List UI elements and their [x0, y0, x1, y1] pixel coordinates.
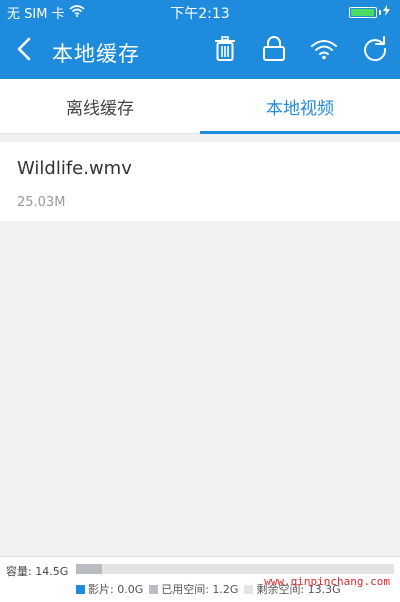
refresh-icon [362, 36, 388, 66]
list-item[interactable]: Wildlife.wmv 25.03M [0, 142, 400, 221]
legend-swatch-used [149, 584, 159, 594]
charging-bolt-icon [383, 5, 390, 20]
file-size: 25.03M [17, 195, 66, 210]
capacity-label: 容量: 14.5G [6, 565, 69, 578]
lock-icon [262, 36, 286, 66]
trash-icon [214, 36, 236, 66]
nav-bar: 本地缓存 [0, 22, 400, 79]
capacity-used-fill [76, 564, 103, 574]
wifi-transfer-button[interactable] [309, 36, 339, 66]
watermark-text: www.qinpinchang.com [264, 575, 390, 588]
back-icon [17, 37, 31, 65]
lock-button[interactable] [259, 36, 289, 66]
legend-swatch-movies [76, 584, 85, 594]
battery-icon [349, 5, 390, 20]
tab-offline-cache[interactable]: 离线缓存 [0, 79, 200, 133]
delete-button[interactable] [210, 36, 240, 66]
legend-used: 已用空间: 1.2G [149, 581, 238, 597]
header: 无 SIM 卡 下午2:13 本地缓存 [0, 0, 400, 79]
legend-swatch-free [244, 584, 254, 594]
wifi-icon [310, 38, 338, 64]
screen: 无 SIM 卡 下午2:13 本地缓存 离线缓存 本地视频 Wildlife.w… [0, 0, 400, 602]
tab-local-video[interactable]: 本地视频 [200, 79, 400, 133]
tab-bar: 离线缓存 本地视频 [0, 79, 400, 134]
page-title: 本地缓存 [52, 42, 140, 66]
capacity-bar [76, 564, 394, 574]
file-name: Wildlife.wmv [17, 158, 132, 179]
status-bar: 无 SIM 卡 下午2:13 [0, 0, 400, 22]
active-tab-indicator [200, 131, 400, 134]
legend-movies-label: 影片: 0.0G [88, 583, 144, 596]
refresh-button[interactable] [360, 36, 390, 66]
status-time: 下午2:13 [170, 6, 230, 22]
legend-movies: 影片: 0.0G [76, 581, 143, 597]
battery-fill [351, 9, 374, 16]
back-button[interactable] [10, 37, 38, 65]
legend-used-label: 已用空间: 1.2G [161, 583, 239, 596]
